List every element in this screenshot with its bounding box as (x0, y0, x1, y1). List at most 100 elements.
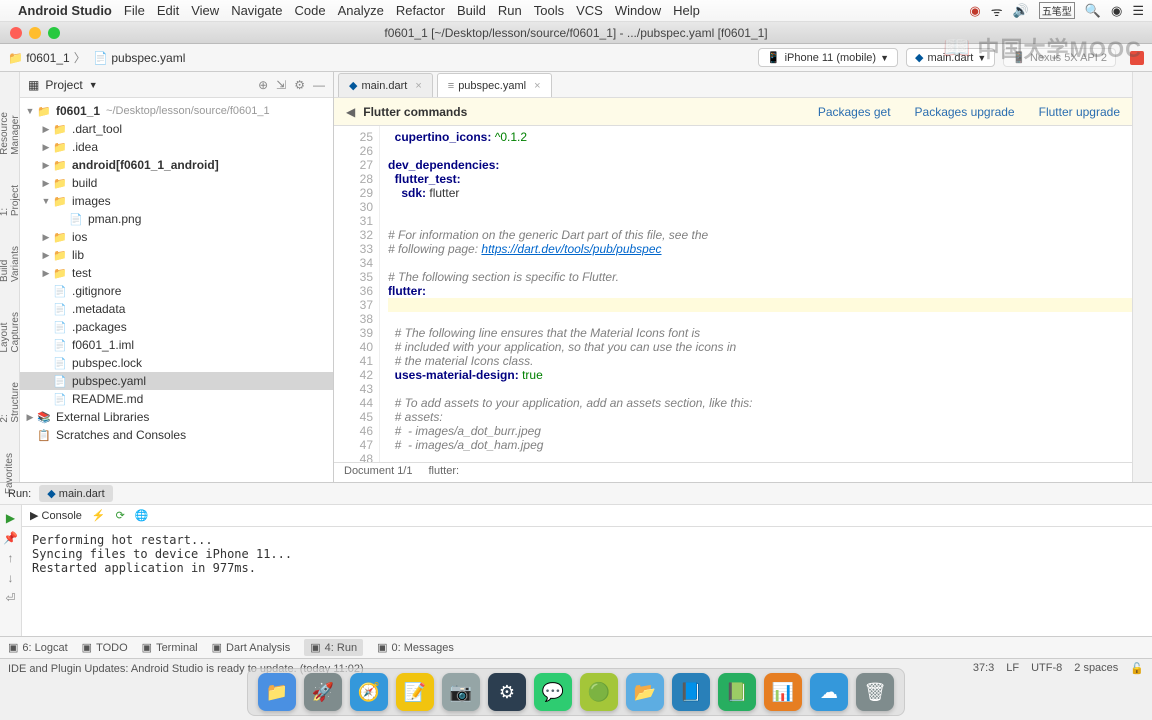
menu-tools[interactable]: Tools (534, 3, 564, 18)
reload-icon[interactable]: ⟳ (116, 509, 125, 522)
menu-file[interactable]: File (124, 3, 145, 18)
hide-icon[interactable]: — (313, 78, 325, 92)
tool-tab[interactable]: Layout Captures (0, 312, 21, 353)
tree-item[interactable]: ▼📁images (20, 192, 333, 210)
packages-upgrade-link[interactable]: Packages upgrade (915, 105, 1015, 119)
flutter-upgrade-link[interactable]: Flutter upgrade (1039, 105, 1120, 119)
tree-item[interactable]: ▶📁ios (20, 228, 333, 246)
tree-root[interactable]: ▼📁 f0601_1~/Desktop/lesson/source/f0601_… (20, 102, 333, 120)
tab-pubspec[interactable]: ≡ pubspec.yaml× (437, 73, 552, 97)
close-icon[interactable]: × (415, 80, 421, 92)
menu-run[interactable]: Run (498, 3, 522, 18)
tree-item[interactable]: 📄.gitignore (20, 282, 333, 300)
dock-app[interactable]: 📗 (718, 673, 756, 711)
breadcrumb[interactable]: 📁 f0601_1〉 📄 pubspec.yaml (8, 49, 185, 66)
panel-title[interactable]: Project (45, 78, 82, 92)
tree-item[interactable]: 📄pubspec.yaml (20, 372, 333, 390)
menu-window[interactable]: Window (615, 3, 661, 18)
tree-item[interactable]: 📄f0601_1.iml (20, 336, 333, 354)
scratches[interactable]: 📋 Scratches and Consoles (20, 426, 333, 444)
menu-help[interactable]: Help (673, 3, 700, 18)
menu-analyze[interactable]: Analyze (338, 3, 384, 18)
volume-icon[interactable]: 🔊 (1013, 3, 1029, 19)
lock-icon[interactable]: 🔓 (1130, 662, 1144, 675)
tree-item[interactable]: ▶📁test (20, 264, 333, 282)
project-tree[interactable]: ▼📁 f0601_1~/Desktop/lesson/source/f0601_… (20, 98, 333, 482)
packages-get-link[interactable]: Packages get (818, 105, 891, 119)
collapse-icon[interactable]: ⇲ (276, 78, 286, 92)
ime-icon[interactable]: 五笔型 (1039, 2, 1075, 19)
lightning-icon[interactable]: ⚡ (92, 509, 106, 522)
device-selector[interactable]: 📱 iPhone 11 (mobile)▼ (758, 48, 898, 67)
menu-navigate[interactable]: Navigate (231, 3, 282, 18)
dock-app[interactable]: 📘 (672, 673, 710, 711)
encoding[interactable]: UTF-8 (1031, 662, 1062, 675)
bottom-tab[interactable]: ▣ TODO (82, 641, 128, 654)
tree-item[interactable]: ▶📁.dart_tool (20, 120, 333, 138)
menu-view[interactable]: View (191, 3, 219, 18)
dock-app[interactable]: 📷 (442, 673, 480, 711)
tree-item[interactable]: ▶📁build (20, 174, 333, 192)
app-name[interactable]: Android Studio (18, 3, 112, 18)
chevron-down-icon[interactable]: ▼ (89, 80, 98, 90)
code-editor[interactable]: 2526272829303132333435363738394041424344… (334, 126, 1132, 462)
console-tab[interactable]: ▶ Console (30, 509, 82, 522)
wrap-icon[interactable]: ⏎ (5, 591, 15, 605)
close-button[interactable] (10, 27, 22, 39)
tree-item[interactable]: ▶📁android [f0601_1_android] (20, 156, 333, 174)
close-icon[interactable]: × (534, 80, 540, 92)
dock-app[interactable]: 🧭 (350, 673, 388, 711)
tree-item[interactable]: 📄pman.png (20, 210, 333, 228)
bottom-tab[interactable]: ▣ Terminal (142, 641, 198, 654)
dock-app[interactable]: 📊 (764, 673, 802, 711)
tool-tab[interactable]: Resource Manager (0, 112, 21, 155)
tree-item[interactable]: ▶📁lib (20, 246, 333, 264)
indent[interactable]: 2 spaces (1074, 662, 1118, 675)
dock-app[interactable]: 🚀 (304, 673, 342, 711)
menu-build[interactable]: Build (457, 3, 486, 18)
spotlight-icon[interactable]: 🔍 (1085, 3, 1101, 19)
tree-item[interactable]: 📄pubspec.lock (20, 354, 333, 372)
notif-icon[interactable]: ☰ (1132, 3, 1144, 19)
dock-app[interactable]: ⚙ (488, 673, 526, 711)
gear-icon[interactable]: ⚙ (294, 78, 305, 92)
tree-item[interactable]: 📄.packages (20, 318, 333, 336)
dock-app[interactable]: 📁 (258, 673, 296, 711)
bottom-tab[interactable]: ▣ 0: Messages (377, 641, 454, 654)
tool-tab[interactable]: Favorites (4, 453, 15, 494)
globe-icon[interactable]: 🌐 (135, 509, 149, 522)
zoom-button[interactable] (48, 27, 60, 39)
tab-main-dart[interactable]: ◆ main.dart× (338, 73, 433, 97)
run-tab[interactable]: ◆ main.dart (39, 485, 112, 502)
line-sep[interactable]: LF (1006, 662, 1019, 675)
menu-refactor[interactable]: Refactor (396, 3, 445, 18)
minimize-button[interactable] (29, 27, 41, 39)
rerun-icon[interactable]: ▶ (6, 511, 15, 525)
console-output[interactable]: Performing hot restart... Syncing files … (22, 527, 1152, 636)
tool-tab[interactable]: 1: Project (0, 185, 21, 216)
bottom-tab[interactable]: ▣ 4: Run (304, 639, 363, 656)
dock-app[interactable]: 🗑 (856, 673, 894, 711)
bottom-tab[interactable]: ▣ 6: Logcat (8, 641, 68, 654)
up-icon[interactable]: ↑ (8, 551, 14, 565)
caret-pos[interactable]: 37:3 (973, 662, 994, 675)
menu-code[interactable]: Code (295, 3, 326, 18)
tree-item[interactable]: 📄.metadata (20, 300, 333, 318)
menu-edit[interactable]: Edit (157, 3, 179, 18)
tree-item[interactable]: ▶📁.idea (20, 138, 333, 156)
menu-vcs[interactable]: VCS (576, 3, 603, 18)
dock-app[interactable]: ☁ (810, 673, 848, 711)
wifi-icon[interactable]: ᯤ (991, 2, 1003, 20)
siri-icon[interactable]: ◉ (1111, 3, 1122, 19)
tool-tab[interactable]: Build Variants (0, 246, 21, 282)
dock-app[interactable]: 🟢 (580, 673, 618, 711)
target-icon[interactable]: ⊕ (258, 78, 268, 92)
dock-app[interactable]: 📂 (626, 673, 664, 711)
dock-app[interactable]: 📝 (396, 673, 434, 711)
down-icon[interactable]: ↓ (8, 571, 14, 585)
tool-tab[interactable]: 2: Structure (0, 382, 21, 423)
back-icon[interactable]: ◀ (346, 105, 355, 119)
external-libraries[interactable]: ▶📚 External Libraries (20, 408, 333, 426)
dock-app[interactable]: 💬 (534, 673, 572, 711)
bottom-tab[interactable]: ▣ Dart Analysis (212, 641, 291, 654)
